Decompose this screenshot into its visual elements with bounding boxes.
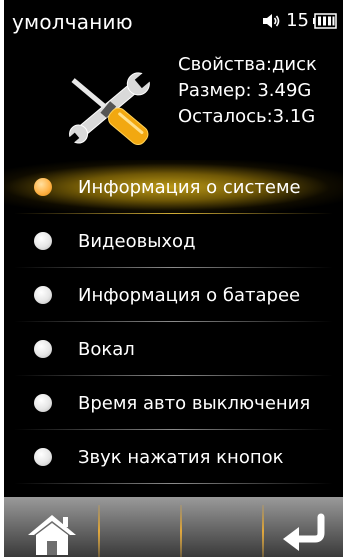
- tools-icon: [67, 71, 152, 145]
- menu-item-label: Видеовыход: [78, 230, 196, 252]
- radio-icon: [34, 394, 52, 412]
- toolbar-divider: [180, 505, 182, 557]
- device-screen: умолчанию 15 Свойства:диск Размер: 3.49G…: [4, 0, 343, 557]
- volume-icon: [263, 13, 280, 28]
- status-indicators: 15: [262, 10, 337, 31]
- menu-item-key-sound[interactable]: Звук нажатия кнопок: [4, 430, 343, 484]
- menu-item-label: Информация о системе: [78, 176, 301, 198]
- status-bar: умолчанию 15: [4, 0, 343, 40]
- battery-icon: [313, 12, 337, 29]
- menu-item-label: Вокал: [78, 338, 135, 360]
- menu-item-vocal[interactable]: Вокал: [4, 322, 343, 376]
- status-title: умолчанию: [12, 10, 133, 34]
- radio-icon: [34, 286, 52, 304]
- toolbar-divider: [98, 505, 100, 557]
- storage-remaining: Осталось:3.1G: [178, 106, 316, 127]
- storage-property: Свойства:диск: [178, 54, 317, 75]
- back-arrow-icon[interactable]: [281, 513, 329, 551]
- menu-item-label: Информация о батарее: [78, 284, 301, 306]
- menu-item-label: Звук нажатия кнопок: [78, 446, 284, 468]
- bottom-toolbar: [4, 497, 343, 557]
- menu-item-system-info[interactable]: Информация о системе: [4, 160, 343, 214]
- menu-item-auto-off[interactable]: Время авто выключения: [4, 376, 343, 430]
- menu-item-label: Время авто выключения: [78, 392, 311, 414]
- radio-icon: [34, 232, 52, 250]
- radio-icon: [34, 448, 52, 466]
- settings-menu: Информация о системе Видеовыход Информац…: [4, 160, 343, 484]
- storage-info: Свойства:диск Размер: 3.49G Осталось:3.1…: [4, 42, 343, 162]
- storage-size: Размер: 3.49G: [178, 80, 312, 101]
- volume-value: 15: [286, 10, 309, 31]
- home-icon[interactable]: [26, 513, 78, 555]
- menu-item-video-output[interactable]: Видеовыход: [4, 214, 343, 268]
- radio-icon: [34, 340, 52, 358]
- storage-details: Свойства:диск Размер: 3.49G Осталось:3.1…: [178, 52, 317, 130]
- toolbar-divider: [262, 505, 264, 557]
- radio-selected-icon: [34, 178, 52, 196]
- menu-item-battery-info[interactable]: Информация о батарее: [4, 268, 343, 322]
